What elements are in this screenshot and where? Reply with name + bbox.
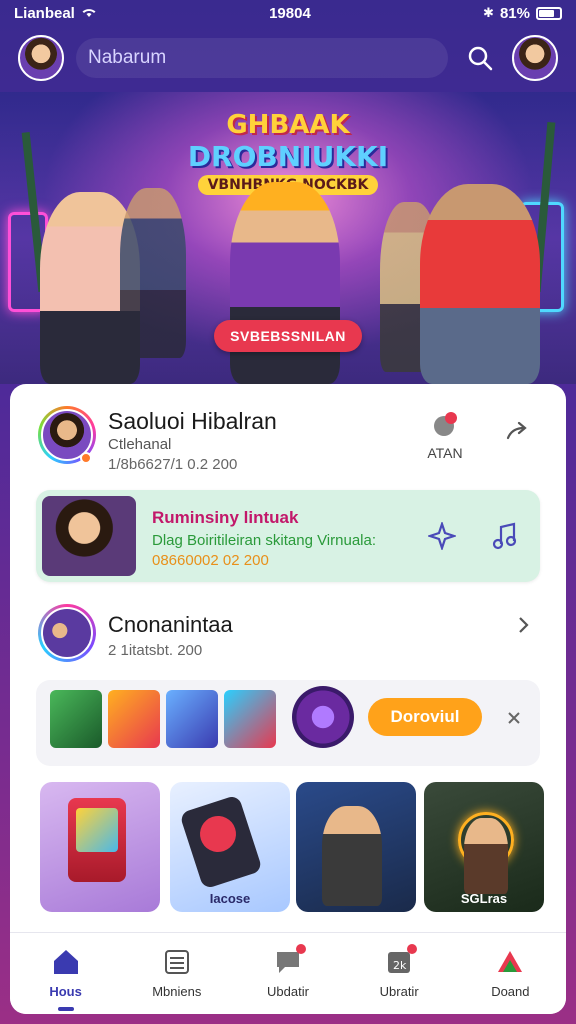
share-arrow-icon (506, 421, 527, 440)
share-button[interactable] (504, 418, 530, 449)
music-button[interactable] (492, 522, 518, 555)
highlight-title: Ruminsiny lintuak (152, 508, 299, 527)
mini-thumbnail[interactable] (108, 690, 160, 748)
tile-label: SGLras (460, 891, 508, 906)
nav-item-calendar[interactable]: 2k Ubratir (349, 944, 449, 999)
mini-thumbnail[interactable] (50, 690, 102, 748)
banner-title-line2: DROBNIUKKI (187, 140, 389, 173)
game-tile[interactable] (40, 782, 160, 912)
channel-name: Cnonanintaa (108, 612, 233, 637)
bottom-navigation: Hous Mbniens Ubdatir 2k Ubratir Doand (10, 932, 566, 1014)
channel-meta: 2 1itatsbt. 200 (108, 642, 203, 659)
hero-banner[interactable]: GHBAAK DROBNIUKKI VBNHBNKG NOCKBK SVBEBS… (0, 92, 576, 384)
nav-label-calendar: Ubratir (379, 984, 419, 999)
profile-avatar[interactable] (18, 35, 64, 81)
list-icon (164, 950, 189, 974)
nav-label-board: Doand (491, 984, 530, 999)
player-person (464, 818, 508, 894)
nav-item-board[interactable]: Doand (460, 948, 560, 999)
highlight-item[interactable]: Ruminsiny lintuak Dlag Boiritileiran ski… (36, 490, 540, 582)
gamer-person (322, 806, 382, 906)
search-placeholder: Nabarum (88, 47, 167, 68)
profile-subtitle: Ctlehanal (108, 436, 172, 453)
profile-meta: 1/8b6627/1 0.2 200 (108, 456, 238, 473)
notification-badge (407, 944, 418, 954)
home-icon (53, 950, 78, 974)
nav-item-home[interactable]: Hous (16, 948, 116, 1011)
sparkle-button[interactable] (426, 520, 458, 555)
nav-label-menus: Mbniens (152, 984, 202, 999)
dancer-person (120, 188, 186, 358)
nav-label-home: Hous (49, 984, 82, 999)
game-tile[interactable]: SGLras (424, 782, 544, 912)
featured-strip: Doroviul (36, 680, 540, 766)
game-tile[interactable]: Iacose (170, 782, 290, 912)
sparkle-icon (426, 520, 458, 552)
banner-cta-button[interactable]: SVBEBSSNILAN (214, 320, 362, 352)
status-bar: Lianbeal 19804 ✱ 81% (0, 0, 576, 26)
attach-action-label: ATAN (427, 445, 463, 461)
search-button[interactable] (460, 38, 500, 78)
profile-name: Saoluoi Hibalran (108, 408, 277, 434)
nav-label-updates: Ubdatir (267, 984, 309, 999)
online-status-dot (80, 452, 92, 464)
carrier-label: Lianbeal (14, 4, 75, 22)
content-card: Saoluoi Hibalran Ctlehanal 1/8b6627/1 0.… (10, 384, 566, 1014)
clock: 19804 (269, 4, 311, 22)
battery-percent: 81% (499, 4, 530, 22)
highlight-thumbnail (42, 496, 136, 576)
nav-item-updates[interactable]: Ubdatir (238, 944, 338, 999)
svg-text:2k: 2k (393, 959, 407, 972)
attach-action[interactable]: ATAN (420, 410, 470, 461)
dancer-person (230, 182, 340, 384)
wifi-icon (81, 5, 97, 22)
triangle-icon (498, 951, 523, 972)
close-icon (508, 712, 520, 724)
active-indicator (57, 1007, 74, 1011)
mini-thumbnail[interactable] (166, 690, 218, 748)
search-icon (468, 46, 493, 71)
search-input[interactable]: Nabarum (76, 38, 448, 78)
highlight-subtitle: Dlag Boiritileiran skitang Virnuala: (152, 532, 377, 549)
account-avatar[interactable] (512, 35, 558, 81)
profile-row[interactable]: Saoluoi Hibalran Ctlehanal 1/8b6627/1 0.… (10, 384, 566, 484)
music-note-icon (492, 522, 517, 550)
crystal-orb-icon[interactable] (292, 686, 354, 748)
chevron-right-icon (519, 617, 529, 633)
close-button[interactable] (506, 710, 522, 731)
gift-icon (434, 412, 457, 436)
bluetooth-icon: ✱ (483, 5, 494, 20)
notification-badge (295, 944, 306, 954)
battery-icon (535, 6, 562, 20)
channel-avatar[interactable] (38, 604, 96, 662)
channel-row[interactable]: Cnonanintaa 2 1itatsbt. 200 (10, 594, 566, 674)
highlight-meta: 08660002 02 200 (152, 552, 269, 569)
download-button[interactable]: Doroviul (368, 698, 482, 736)
phone-screen (76, 808, 118, 852)
mini-thumbnail[interactable] (224, 690, 276, 748)
game-tile[interactable] (296, 782, 416, 912)
banner-title-line1: GHBAAK (226, 110, 350, 140)
nav-item-menus[interactable]: Mbniens (127, 948, 227, 999)
channel-chevron[interactable] (514, 614, 532, 641)
dancer-person (420, 184, 540, 384)
top-bar: Nabarum (0, 30, 576, 86)
tile-label: Iacose (209, 891, 251, 906)
